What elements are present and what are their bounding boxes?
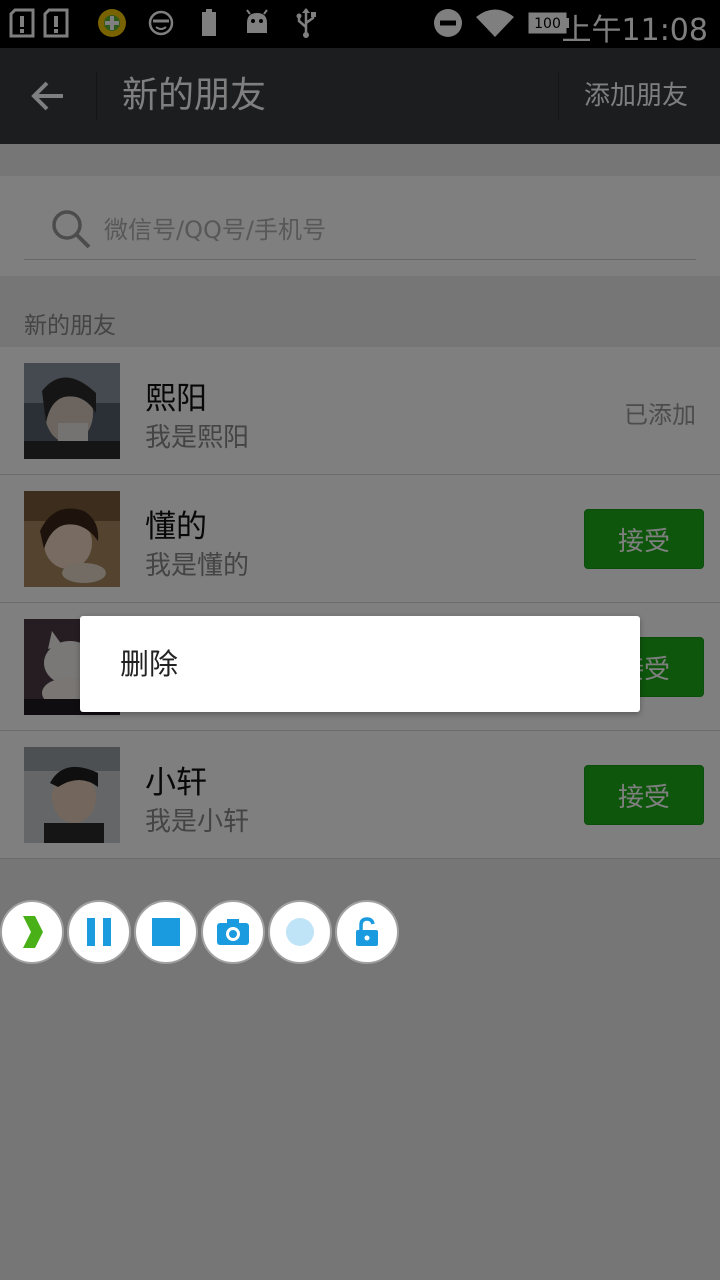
record-icon	[286, 918, 314, 946]
next-icon	[23, 916, 43, 948]
delete-menu-item[interactable]: 删除	[120, 616, 178, 712]
context-menu: 删除	[80, 616, 640, 712]
record-button[interactable]	[268, 900, 332, 964]
pause-button[interactable]	[67, 900, 131, 964]
unlock-icon	[356, 917, 378, 946]
unlock-button[interactable]	[335, 900, 399, 964]
floating-toolbar	[0, 900, 402, 968]
next-button[interactable]	[0, 900, 64, 964]
stop-icon	[152, 918, 180, 946]
camera-icon	[217, 919, 249, 945]
pause-icon	[87, 918, 111, 946]
stop-button[interactable]	[134, 900, 198, 964]
screenshot-button[interactable]	[201, 900, 265, 964]
